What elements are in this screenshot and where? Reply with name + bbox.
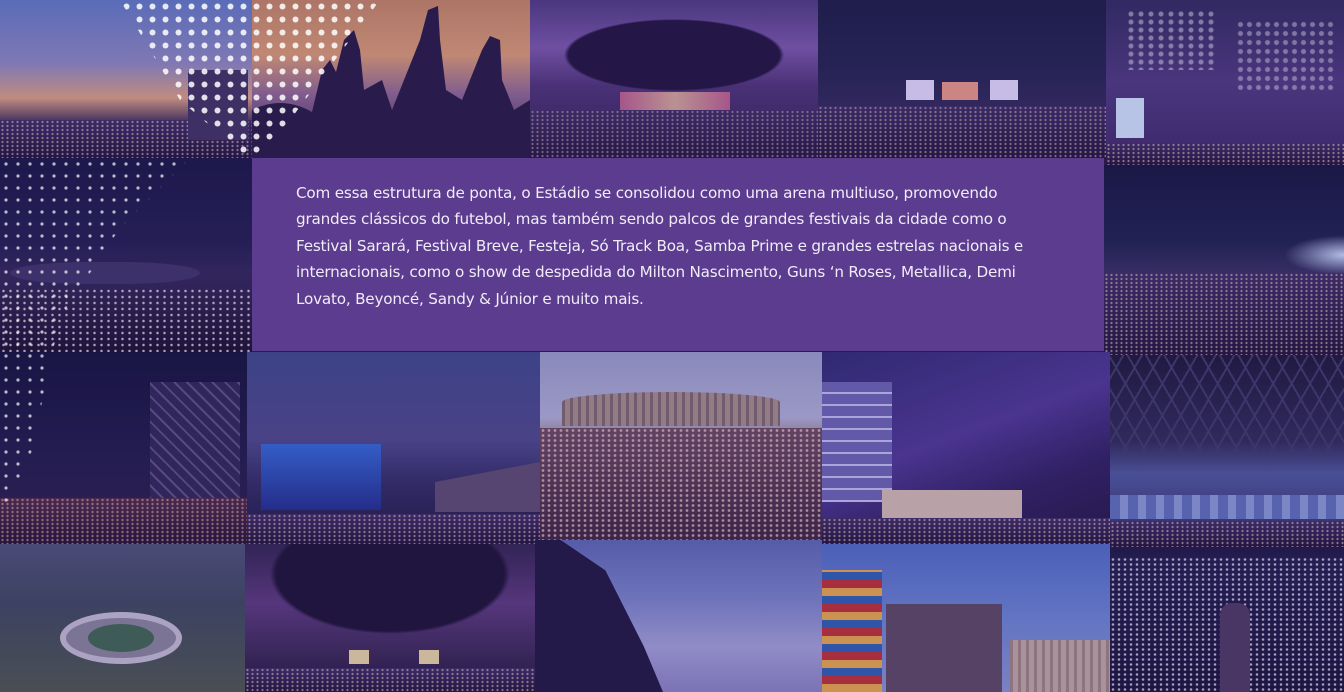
photo-blue-stage [247, 352, 540, 544]
text-panel: Com essa estrutura de ponta, o Estádio s… [252, 158, 1104, 351]
panel-description: Com essa estrutura de ponta, o Estádio s… [296, 184, 1024, 308]
photo-festival-stage-day [822, 544, 1110, 692]
photo-stadium-sky [535, 540, 822, 692]
photo-performer-stage [1110, 547, 1344, 692]
photo-fireworks [1106, 0, 1344, 165]
photo-laser-show [822, 352, 1110, 544]
photo-stadium-daytime-crowd [540, 352, 822, 540]
photo-raised-hands [252, 0, 530, 158]
photo-stage-truss [0, 352, 247, 544]
photo-phone-lights-crowd [0, 158, 252, 352]
photo-stadium-aerial [0, 544, 245, 692]
photo-stadium-roof-interior [1110, 355, 1344, 547]
photo-stadium-interior-night [245, 544, 535, 692]
photo-festival-crowd-night [1104, 165, 1344, 355]
photo-outdoor-stage-night [818, 0, 1106, 158]
photo-stadium-night-concert [530, 0, 818, 158]
photo-sunset-crowd [0, 0, 252, 158]
